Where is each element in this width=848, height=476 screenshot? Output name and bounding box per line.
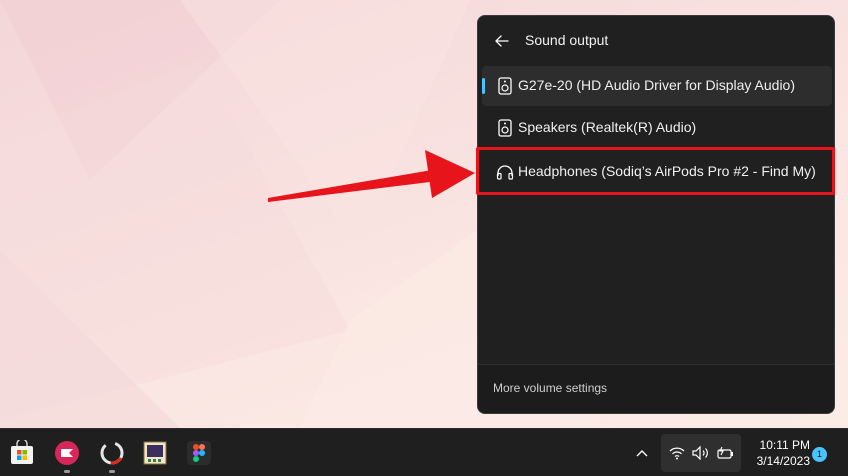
taskbar-app-recording[interactable] xyxy=(97,438,127,473)
figma-icon xyxy=(187,441,211,465)
flyout-title: Sound output xyxy=(525,32,609,48)
device-item-speakers[interactable]: Speakers (Realtek(R) Audio) xyxy=(482,108,832,148)
taskbar-app-pocket-casts[interactable] xyxy=(52,438,82,473)
taskbar-app-image-viewer[interactable] xyxy=(140,438,170,468)
device-label: G27e-20 (HD Audio Driver for Display Aud… xyxy=(518,77,796,93)
image-viewer-icon xyxy=(143,441,167,465)
battery-charging-icon xyxy=(716,444,734,462)
red-arrow-annotation xyxy=(268,150,475,202)
device-label: Speakers (Realtek(R) Audio) xyxy=(518,119,697,135)
back-button[interactable] xyxy=(490,30,514,52)
speaker-icon xyxy=(496,118,514,138)
device-item-headphones[interactable]: Headphones (Sodiq’s AirPods Pro #2 - Fin… xyxy=(482,152,832,192)
taskbar-app-figma[interactable] xyxy=(184,438,214,468)
wifi-icon xyxy=(668,444,686,462)
running-indicator xyxy=(64,470,70,473)
taskbar-app-microsoft-store[interactable] xyxy=(7,438,37,468)
quick-settings-button[interactable] xyxy=(661,434,741,472)
taskbar: 10:11 PM 3/14/2023 1 xyxy=(0,428,848,476)
flyout-header: Sound output xyxy=(478,16,834,64)
flyout-footer: More volume settings xyxy=(478,364,834,413)
notification-badge[interactable]: 1 xyxy=(812,447,827,462)
taskbar-clock[interactable]: 10:11 PM 3/14/2023 xyxy=(744,437,810,469)
running-indicator xyxy=(109,470,115,473)
clock-date: 3/14/2023 xyxy=(756,454,810,468)
volume-icon xyxy=(692,444,710,462)
speaker-icon xyxy=(496,76,514,96)
arrow-left-icon xyxy=(495,35,509,47)
microsoft-store-icon xyxy=(11,440,33,464)
selected-indicator xyxy=(482,78,485,94)
headphones-icon xyxy=(496,162,514,182)
sound-output-flyout: Sound output G27e-20 (HD Audio Driver fo… xyxy=(477,15,835,414)
recording-app-icon xyxy=(100,441,124,465)
more-volume-settings-link[interactable]: More volume settings xyxy=(493,381,607,395)
pocket-casts-icon xyxy=(55,441,79,465)
clock-time: 10:11 PM xyxy=(759,438,810,452)
show-hidden-icons-button[interactable] xyxy=(633,444,651,462)
device-label: Headphones (Sodiq’s AirPods Pro #2 - Fin… xyxy=(518,163,816,179)
chevron-up-icon xyxy=(636,450,648,457)
device-item-g27e-20[interactable]: G27e-20 (HD Audio Driver for Display Aud… xyxy=(482,66,832,106)
